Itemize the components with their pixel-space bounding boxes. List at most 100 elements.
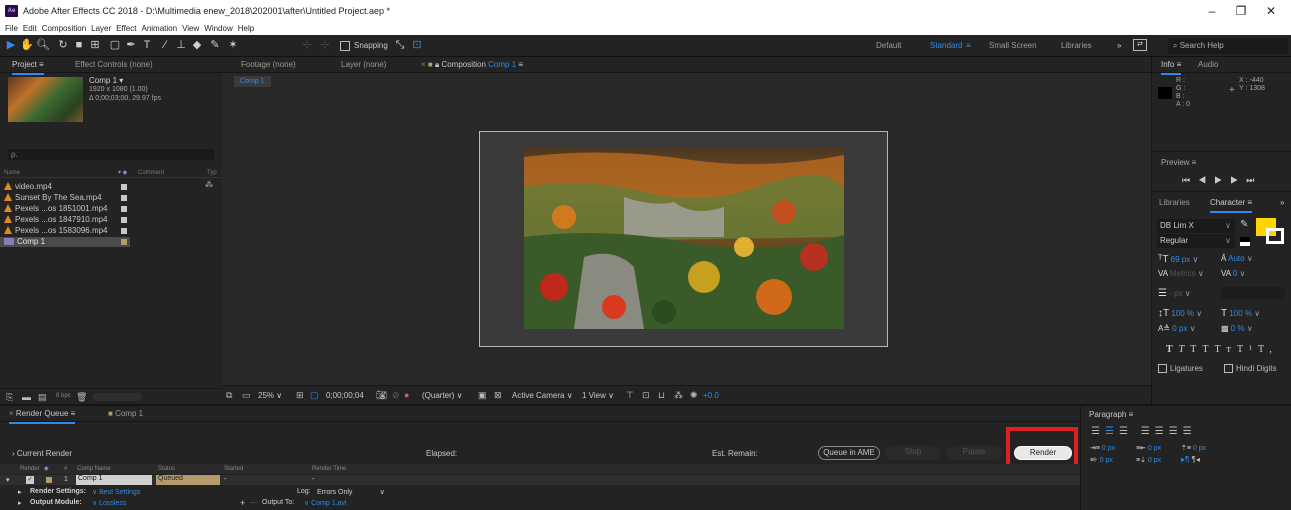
col-comp-name[interactable]: Comp Name — [77, 466, 111, 472]
label-color-swatch[interactable] — [121, 228, 127, 234]
type-tool-icon[interactable]: T — [140, 38, 154, 52]
menu-effect[interactable]: Effect — [116, 23, 136, 34]
vertical-scale-value[interactable]: 100 % — [1171, 309, 1194, 318]
col-number[interactable]: # — [64, 466, 67, 472]
workspace-libraries[interactable]: Libraries — [1061, 41, 1092, 50]
tab-render-queue[interactable]: × Render Queue ≡ — [9, 406, 76, 424]
menu-window[interactable]: Window — [204, 23, 232, 34]
current-time[interactable]: 0;00;00;04 — [326, 391, 364, 400]
thumbnail-slider[interactable] — [92, 393, 142, 401]
timeline-icon[interactable]: ⊔ — [658, 390, 665, 401]
workspace-small-screen[interactable]: Small Screen — [989, 41, 1037, 50]
color-channel-icon[interactable]: ● — [404, 390, 409, 400]
mask-visibility-icon[interactable]: ▢ — [310, 390, 319, 401]
justify-last-left-icon[interactable]: ☰ — [1141, 426, 1155, 437]
default-colors-icon[interactable] — [1240, 237, 1250, 246]
align-center-icon[interactable]: ☰ — [1105, 426, 1119, 437]
comp-breadcrumb[interactable]: Comp 1 — [234, 76, 271, 87]
pan-behind-tool-icon[interactable]: ⊞ — [88, 38, 102, 52]
local-axis-icon[interactable]: ⊹ — [300, 38, 314, 52]
sync-settings-icon[interactable]: ⇄ — [1133, 39, 1147, 51]
project-item[interactable]: Pexels ...os 1847910.mp4 — [4, 215, 108, 225]
project-item-selected[interactable]: Comp 1 — [0, 237, 130, 247]
more-panels-icon[interactable]: » — [1280, 195, 1284, 211]
render-settings-value[interactable]: ∨ Best Settings — [92, 488, 140, 496]
stroke-color-swatch[interactable] — [1266, 228, 1284, 244]
item-comp-name[interactable]: Comp 1 — [76, 475, 152, 485]
remove-output-module-icon[interactable]: — — [250, 499, 257, 506]
current-render-label[interactable]: › Current Render — [12, 449, 72, 458]
output-to-value[interactable]: ∨ Comp 1.avi — [304, 499, 346, 507]
font-family-dropdown[interactable]: DB Lim X ∨ — [1157, 219, 1235, 233]
workspace-menu-icon[interactable]: ≡ — [966, 41, 971, 50]
clone-stamp-tool-icon[interactable]: ⊥ — [174, 38, 188, 52]
zoom-dropdown[interactable]: 25% ∨ — [258, 391, 282, 400]
col-comment[interactable]: Comment — [138, 170, 164, 176]
fast-preview-icon[interactable]: ⊡ — [642, 390, 650, 401]
expand-render-settings-icon[interactable]: ▸ — [18, 488, 22, 496]
justify-last-center-icon[interactable]: ☰ — [1155, 426, 1169, 437]
faux-bold-button[interactable]: T — [1166, 344, 1179, 355]
tab-audio[interactable]: Audio — [1198, 57, 1218, 73]
menu-view[interactable]: View — [182, 23, 199, 34]
rectangle-tool-icon[interactable]: ▢ — [108, 38, 122, 52]
previous-frame-icon[interactable]: ◀ — [1198, 175, 1214, 185]
tab-comp-timeline[interactable]: ■ Comp 1 — [108, 406, 143, 422]
label-color-swatch[interactable] — [121, 217, 127, 223]
first-frame-icon[interactable]: ⏮ — [1182, 175, 1198, 185]
safe-area-icon[interactable]: ⊞ — [296, 390, 304, 401]
exposure-value[interactable]: +0.0 — [703, 391, 719, 400]
stroke-style-dropdown[interactable] — [1221, 287, 1285, 299]
horizontal-scale-value[interactable]: 100 % — [1229, 309, 1252, 318]
menu-layer[interactable]: Layer — [91, 23, 111, 34]
search-help-input[interactable]: ⌕ Search Help — [1168, 38, 1288, 54]
ltr-direction-icon[interactable]: ▸¶ — [1181, 455, 1189, 464]
rotation-tool-icon[interactable]: ↻ — [56, 38, 70, 52]
eraser-tool-icon[interactable]: ◆ — [190, 38, 204, 52]
puppet-pin-tool-icon[interactable]: ✶ — [226, 38, 240, 52]
all-caps-button[interactable]: TT — [1190, 344, 1214, 355]
composition-viewer[interactable]: Comp 1 — [222, 73, 1151, 385]
render-queue-item[interactable]: ▾ ✓ 1 Comp 1 Queued - - — [0, 475, 1080, 485]
pixel-aspect-icon[interactable]: ⊤ — [626, 390, 634, 401]
pause-button[interactable]: Pause — [946, 446, 1002, 460]
comp-info-name[interactable]: Comp 1 ▾ — [89, 76, 123, 85]
flowchart-icon[interactable]: ⁂ — [674, 390, 683, 401]
project-item[interactable]: video.mp4 — [4, 182, 52, 192]
next-frame-icon[interactable]: ▶ — [1230, 175, 1246, 185]
minimize-icon[interactable]: – — [1198, 3, 1226, 19]
exposure-icon[interactable]: ✺ — [690, 390, 698, 401]
justify-last-right-icon[interactable]: ☰ — [1169, 426, 1183, 437]
brush-tool-icon[interactable]: ∕ — [158, 38, 172, 52]
view-layout-dropdown[interactable]: 1 View ∨ — [582, 391, 614, 400]
subscript-button[interactable]: T, — [1258, 344, 1278, 355]
align-left-icon[interactable]: ☰ — [1091, 426, 1105, 437]
baseline-shift-value[interactable]: 0 px — [1172, 324, 1187, 333]
hand-tool-icon[interactable]: ✋ — [20, 38, 34, 52]
tab-character[interactable]: Character ≡ — [1210, 195, 1253, 213]
project-search-input[interactable]: ρ. — [8, 149, 214, 160]
close-tab-icon[interactable]: × — [421, 60, 428, 69]
play-icon[interactable]: ▶ — [1214, 175, 1230, 185]
new-composition-icon[interactable]: ▤ — [38, 392, 47, 403]
output-module-value[interactable]: ∨ Lossless — [92, 499, 126, 507]
snapping-options-icon[interactable]: ⤡ — [393, 38, 407, 52]
label-color-swatch[interactable] — [121, 184, 127, 190]
col-started[interactable]: Started — [224, 466, 243, 472]
align-right-icon[interactable]: ☰ — [1119, 426, 1133, 437]
transparency-grid-icon[interactable]: ⊠ — [494, 390, 502, 401]
region-of-interest-icon[interactable]: ▣ — [478, 390, 487, 401]
faux-italic-button[interactable]: T — [1179, 344, 1191, 355]
world-axis-icon[interactable]: ⊹ — [318, 38, 332, 52]
interpret-footage-icon[interactable]: ⎘ — [6, 392, 13, 403]
snap-features-icon[interactable]: ⊡ — [410, 38, 424, 52]
stroke-width-value[interactable]: - px — [1169, 289, 1182, 298]
workspace-standard[interactable]: Standard — [930, 41, 962, 50]
bit-depth-button[interactable]: 8 bpc — [56, 393, 71, 399]
tab-libraries[interactable]: Libraries — [1159, 195, 1190, 211]
project-item[interactable]: Sunset By The Sea.mp4 — [4, 193, 102, 203]
tsume-value[interactable]: 0 % — [1231, 324, 1245, 333]
project-item[interactable]: Pexels ...os 1583096.mp4 — [4, 226, 108, 236]
resolution-dropdown[interactable]: (Quarter) ∨ — [422, 391, 463, 400]
menu-composition[interactable]: Composition — [42, 23, 86, 34]
